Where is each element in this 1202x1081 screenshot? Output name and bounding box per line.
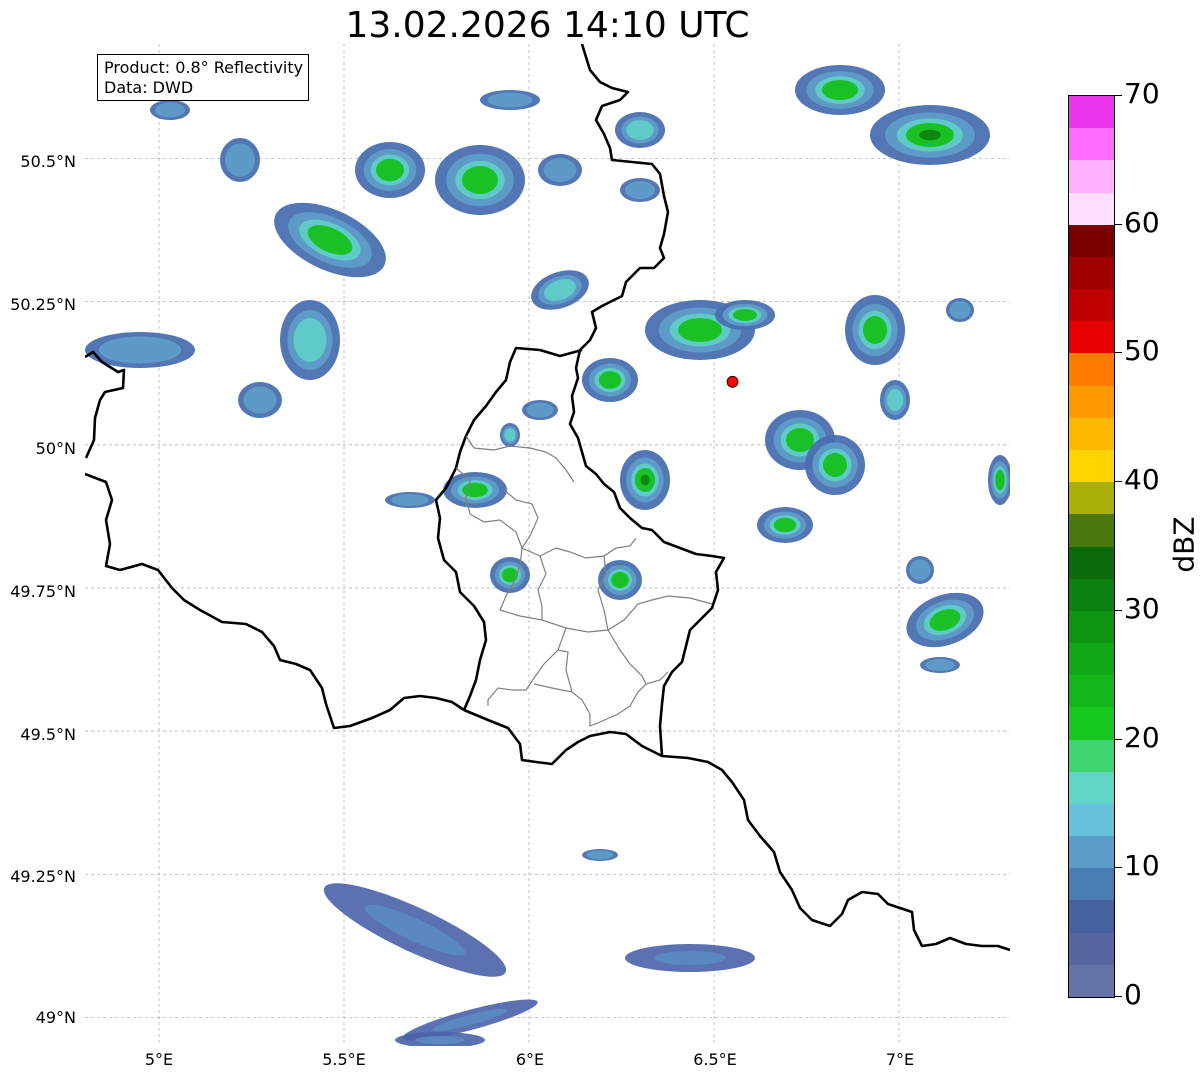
- echo-cell: [640, 474, 650, 486]
- colorbar-segment: [1069, 674, 1114, 708]
- colorbar-tick-label: 60: [1124, 205, 1160, 239]
- colorbar-segment: [1069, 288, 1114, 322]
- colorbar-segment: [1069, 95, 1114, 129]
- echo-cell: [225, 143, 255, 177]
- colorbar-segment: [1069, 546, 1114, 579]
- product-label: Product: 0.8° Reflectivity: [104, 58, 304, 77]
- echo-cell: [823, 453, 847, 477]
- radar-map[interactable]: [0, 0, 1202, 1081]
- echo-cell: [487, 92, 533, 108]
- colorbar-tick-label: 30: [1124, 591, 1160, 625]
- colorbar-segment: [1069, 385, 1114, 418]
- lon-label: 6°E: [515, 1050, 545, 1069]
- colorbar-segment: [1069, 352, 1114, 386]
- echo-cell: [625, 181, 655, 199]
- colorbar-tick: [1114, 996, 1122, 997]
- lat-label: 49.75°N: [10, 582, 76, 601]
- colorbar-tick-label: 50: [1124, 334, 1160, 368]
- echo-cell: [243, 386, 277, 414]
- colorbar-segment: [1069, 610, 1114, 644]
- colorbar-tick: [1114, 223, 1122, 225]
- colorbar-tick-label: 0: [1124, 978, 1142, 1011]
- echo-cell: [654, 951, 726, 965]
- radar-site-dot: [726, 375, 739, 388]
- echo-cell: [502, 567, 518, 583]
- colorbar-segment: [1069, 803, 1114, 837]
- data-source-label: Data: DWD: [104, 78, 194, 97]
- echo-cell: [925, 659, 955, 671]
- echo-cell: [376, 158, 404, 182]
- echo-cell: [678, 318, 722, 342]
- echo-cell: [773, 517, 797, 533]
- lon-label: 6.5°E: [693, 1050, 737, 1069]
- echo-cell: [415, 1036, 465, 1044]
- echo-cell: [995, 470, 1005, 490]
- echo-cell: [293, 318, 327, 362]
- colorbar-segment: [1069, 932, 1114, 965]
- echo-cell: [786, 428, 814, 452]
- colorbar-tick: [1114, 738, 1122, 740]
- colorbar-tick-label: 70: [1124, 77, 1160, 110]
- colorbar-segment: [1069, 642, 1114, 676]
- colorbar-segment: [1069, 739, 1114, 772]
- colorbar-segment: [1069, 513, 1114, 547]
- colorbar-segment: [1069, 481, 1114, 515]
- radar-site-marker[interactable]: [726, 375, 739, 388]
- colorbar-unit: dBZ: [1167, 516, 1201, 573]
- lat-label: 49.5°N: [20, 725, 76, 744]
- lat-label: 49°N: [35, 1008, 76, 1027]
- echo-cell: [611, 572, 629, 588]
- lon-label: 5°E: [144, 1050, 174, 1069]
- echo-cell: [949, 301, 971, 319]
- lat-label: 50.5°N: [20, 152, 76, 171]
- colorbar-tick: [1114, 352, 1122, 354]
- echo-cell: [886, 389, 904, 411]
- echo-cell: [733, 309, 757, 321]
- echo-cell: [919, 129, 941, 141]
- colorbar-tick: [1114, 481, 1122, 483]
- colorbar-segment: [1069, 899, 1114, 933]
- echo-cell: [863, 316, 887, 344]
- colorbar-segment: [1069, 127, 1114, 161]
- lon-label: 5.5°E: [322, 1050, 366, 1069]
- echo-cell: [391, 494, 429, 506]
- colorbar-tick-label: 20: [1124, 720, 1160, 754]
- colorbar-tick: [1114, 867, 1122, 869]
- colorbar-segment: [1069, 964, 1114, 997]
- colorbar-segment: [1069, 256, 1114, 290]
- colorbar-tick-label: 40: [1124, 463, 1160, 497]
- lat-label: 49.25°N: [10, 867, 76, 886]
- echo-cell: [462, 482, 488, 498]
- echo-cell: [504, 428, 516, 442]
- colorbar-segment: [1069, 706, 1114, 740]
- colorbar-segment: [1069, 192, 1114, 225]
- colorbar-tick: [1114, 95, 1122, 96]
- echo-cell: [626, 120, 654, 140]
- lat-label: 50°N: [35, 439, 76, 458]
- echo-cell: [822, 80, 858, 100]
- echo-cell: [98, 336, 182, 364]
- echo-cell: [543, 158, 577, 182]
- lon-label: 7°E: [885, 1050, 915, 1069]
- echo-cell: [598, 371, 622, 389]
- colorbar-segment: [1069, 417, 1114, 450]
- colorbar-tick: [1114, 609, 1122, 611]
- colorbar-tick-label: 10: [1124, 849, 1160, 883]
- colorbar-segment: [1069, 224, 1114, 257]
- echo-cell: [909, 559, 931, 581]
- info-box: Product: 0.8° Reflectivity Data: DWD: [97, 54, 310, 101]
- echo-cell: [155, 102, 185, 118]
- colorbar-segment: [1069, 771, 1114, 804]
- colorbar: [1068, 95, 1115, 998]
- echo-cell: [586, 850, 614, 860]
- echo-cell: [526, 402, 554, 418]
- colorbar-segment: [1069, 159, 1114, 193]
- colorbar-segment: [1069, 320, 1114, 354]
- colorbar-segment: [1069, 835, 1114, 869]
- echo-cell: [462, 166, 498, 194]
- colorbar-segment: [1069, 578, 1114, 611]
- colorbar-segment: [1069, 867, 1114, 901]
- colorbar-segment: [1069, 449, 1114, 483]
- lat-label: 50.25°N: [10, 295, 76, 314]
